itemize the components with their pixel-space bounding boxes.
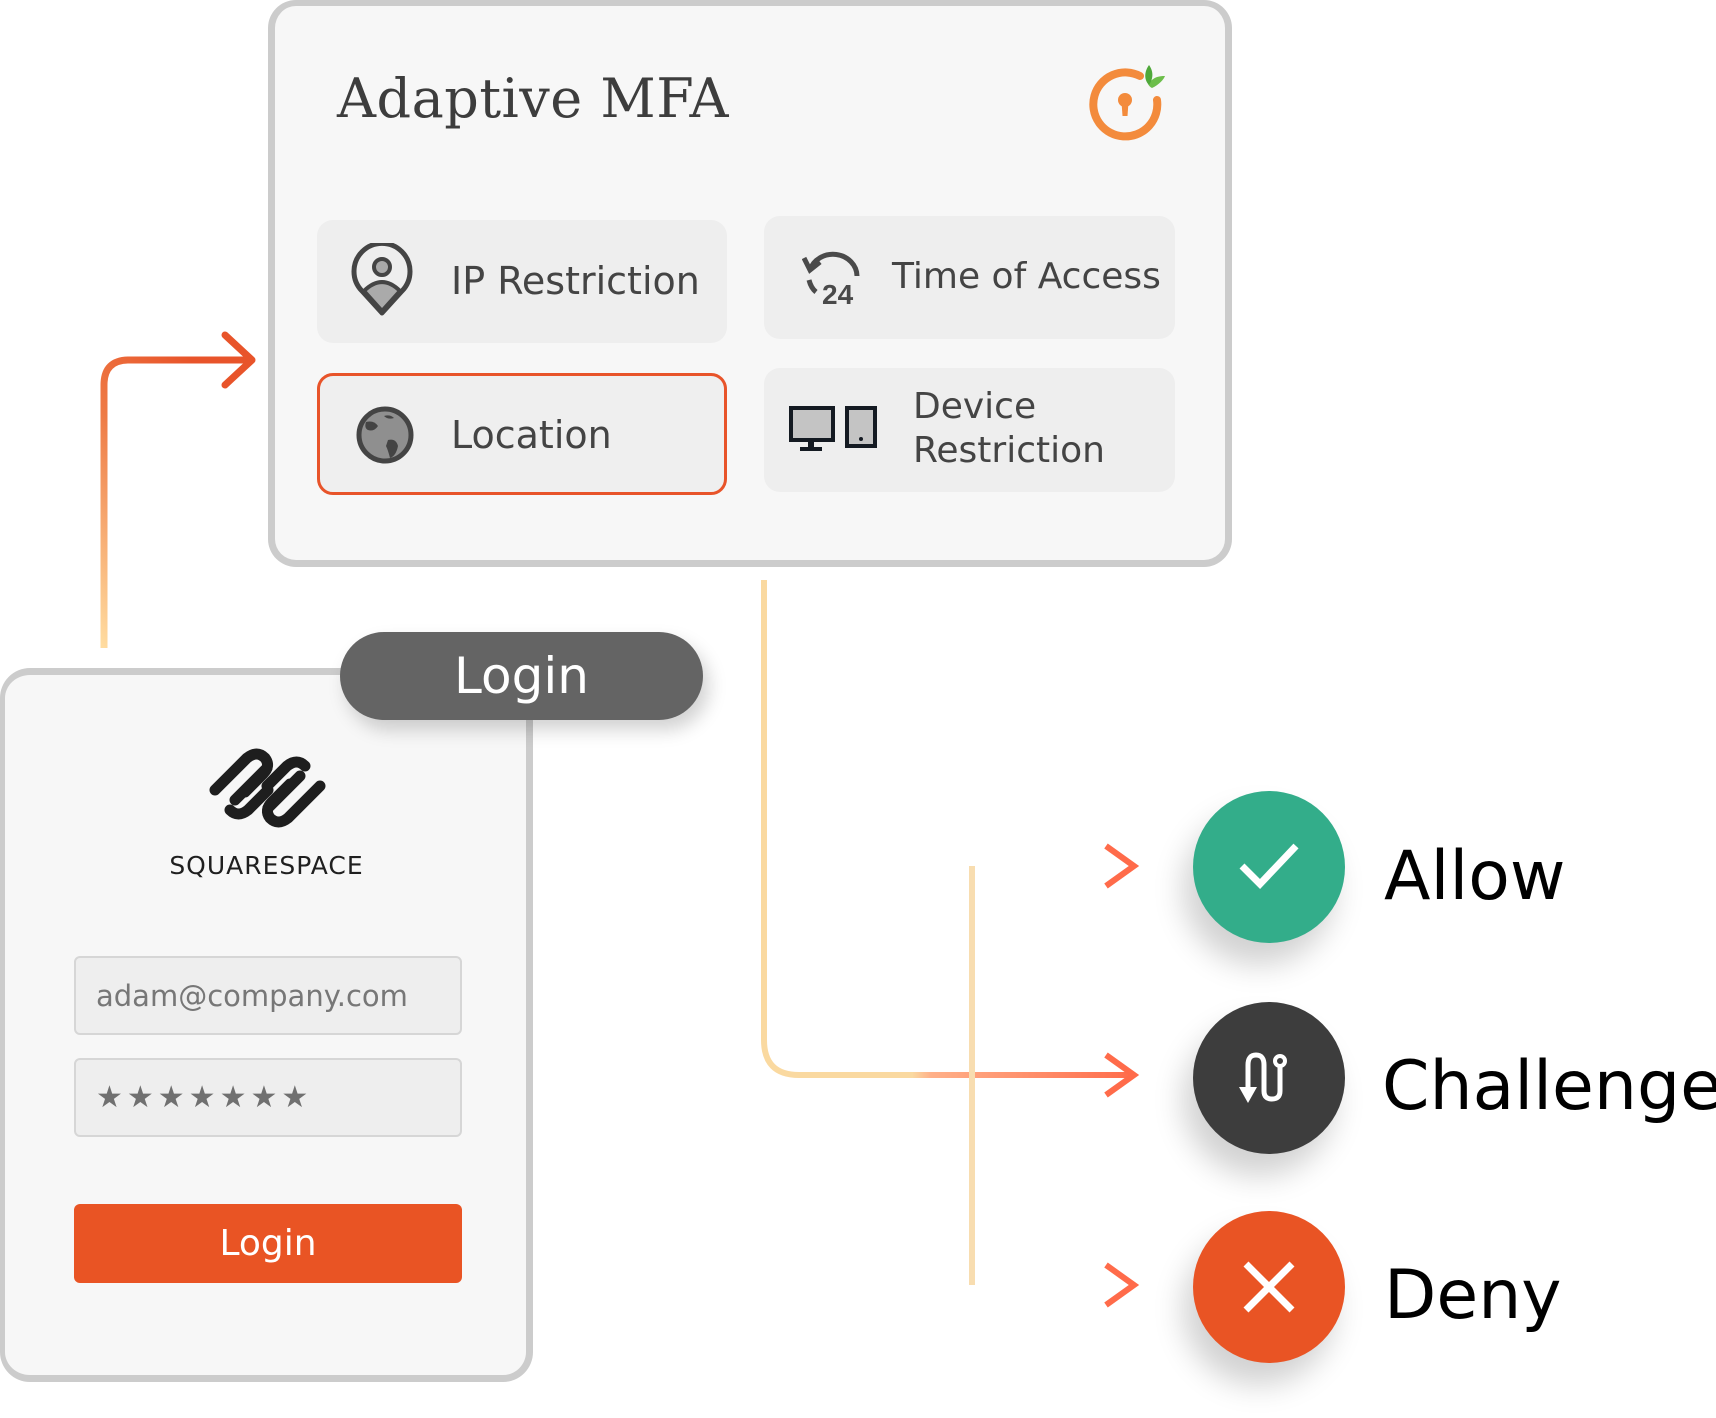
outcome-challenge-badge <box>1193 1002 1345 1154</box>
x-icon <box>1243 1261 1295 1313</box>
squarespace-logo-icon <box>209 748 326 828</box>
password-field[interactable]: ★★★★★★★ <box>74 1058 462 1137</box>
factor-tile-device-restriction[interactable]: Device Restriction <box>764 368 1175 492</box>
brand-keyhole-logo-icon <box>1089 65 1165 141</box>
outcome-allow-badge <box>1193 791 1345 943</box>
login-step-badge: Login <box>340 632 703 720</box>
factor-label-device: Device <box>913 386 1037 427</box>
deny-arrowhead <box>1104 1262 1140 1308</box>
login-to-mfa-arrowhead <box>221 331 256 389</box>
factor-label-restriction: Restriction <box>913 430 1105 471</box>
location-pin-user-icon <box>351 243 413 316</box>
factor-tile-time-of-access[interactable]: 24 Time of Access <box>764 216 1175 339</box>
factor-tile-location[interactable]: Location <box>317 373 727 495</box>
factor-label-time-of-access: Time of Access <box>892 256 1161 297</box>
winding-path-arrow-icon <box>1239 1052 1287 1103</box>
login-to-mfa-connector <box>100 356 250 648</box>
outcome-deny-label: Deny <box>1384 1256 1562 1335</box>
factor-label-ip-restriction: IP Restriction <box>451 259 700 303</box>
factor-tile-ip-restriction[interactable]: IP Restriction <box>317 220 727 343</box>
login-button[interactable]: Login <box>74 1204 462 1283</box>
email-value: adam@company.com <box>96 978 408 1013</box>
mfa-panel-title: Adaptive MFA <box>337 67 729 130</box>
outcome-challenge-label: Challenge <box>1382 1047 1716 1126</box>
allow-arrowhead <box>1104 843 1140 889</box>
clock-24h-icon: 24 <box>802 251 860 306</box>
outcome-deny-badge <box>1193 1211 1345 1363</box>
checkmark-icon <box>1239 843 1299 890</box>
email-field[interactable]: adam@company.com <box>74 956 462 1035</box>
svg-text:24: 24 <box>822 279 854 306</box>
desktop-tablet-icon <box>789 406 877 451</box>
squarespace-wordmark: SQUARESPACE <box>169 851 364 880</box>
globe-icon <box>356 406 414 464</box>
factor-label-location: Location <box>451 413 612 457</box>
mfa-to-outcomes-connector <box>761 580 1130 1078</box>
challenge-arrowhead <box>1104 1052 1140 1098</box>
password-mask: ★★★★★★★ <box>96 1080 313 1115</box>
outcome-allow-label: Allow <box>1384 837 1566 916</box>
